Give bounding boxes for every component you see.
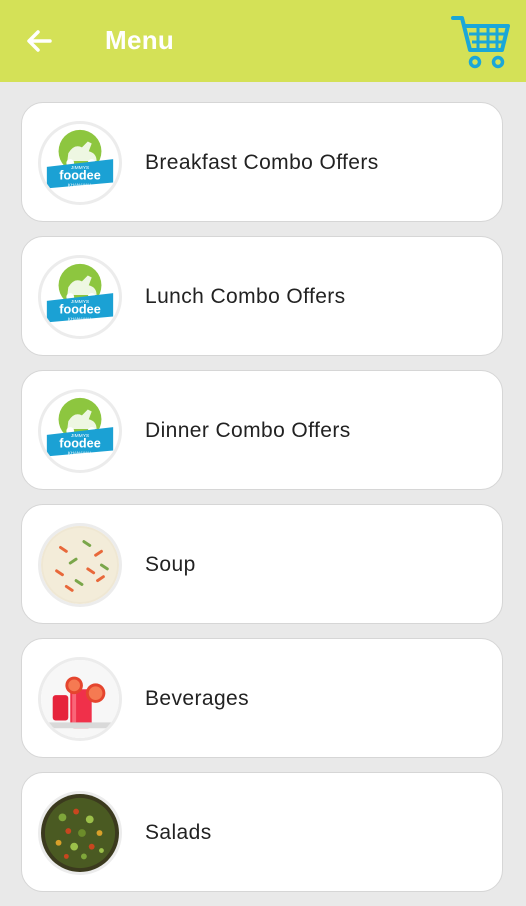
shopping-cart-icon [451,16,510,69]
svg-text:foodee: foodee [59,169,100,183]
menu-item-label: Soup [145,553,196,576]
arrow-left-icon [27,30,52,52]
svg-text:KHANAWAL: KHANAWAL [68,182,93,187]
salad-bowl-image [38,791,122,875]
menu-item-dinner-combo[interactable]: JIMMYS foodee KHANAWAL Dinner Combo Offe… [21,370,503,490]
foodee-logo-image: JIMMYS foodee KHANAWAL [38,255,122,339]
menu-item-soup[interactable]: Soup [21,504,503,624]
svg-text:KHANAWAL: KHANAWAL [68,450,93,455]
page-title: Menu [105,25,175,55]
menu-item-beverages[interactable]: Beverages [21,638,503,758]
svg-text:foodee: foodee [59,303,100,317]
menu-item-label: Dinner Combo Offers [145,419,351,442]
menu-list: JIMMYS foodee KHANAWAL Breakfast Combo O… [21,102,505,906]
foodee-logo-image: JIMMYS foodee KHANAWAL [38,121,122,205]
menu-item-salads[interactable]: Salads [21,772,503,892]
svg-text:KHANAWAL: KHANAWAL [68,316,93,321]
app-bar: Menu [0,0,526,82]
menu-item-label: Lunch Combo Offers [145,285,346,308]
foodee-logo-image: JIMMYS foodee KHANAWAL [38,389,122,473]
back-button[interactable] [22,24,56,58]
menu-item-label: Breakfast Combo Offers [145,151,379,174]
menu-item-breakfast-combo[interactable]: JIMMYS foodee KHANAWAL Breakfast Combo O… [21,102,503,222]
red-drinks-image [38,657,122,741]
menu-item-lunch-combo[interactable]: JIMMYS foodee KHANAWAL Lunch Combo Offer… [21,236,503,356]
svg-text:foodee: foodee [59,437,100,451]
soup-bowl-image [38,523,122,607]
menu-item-label: Salads [145,821,212,844]
cart-button[interactable] [450,10,512,72]
menu-item-label: Beverages [145,687,249,710]
